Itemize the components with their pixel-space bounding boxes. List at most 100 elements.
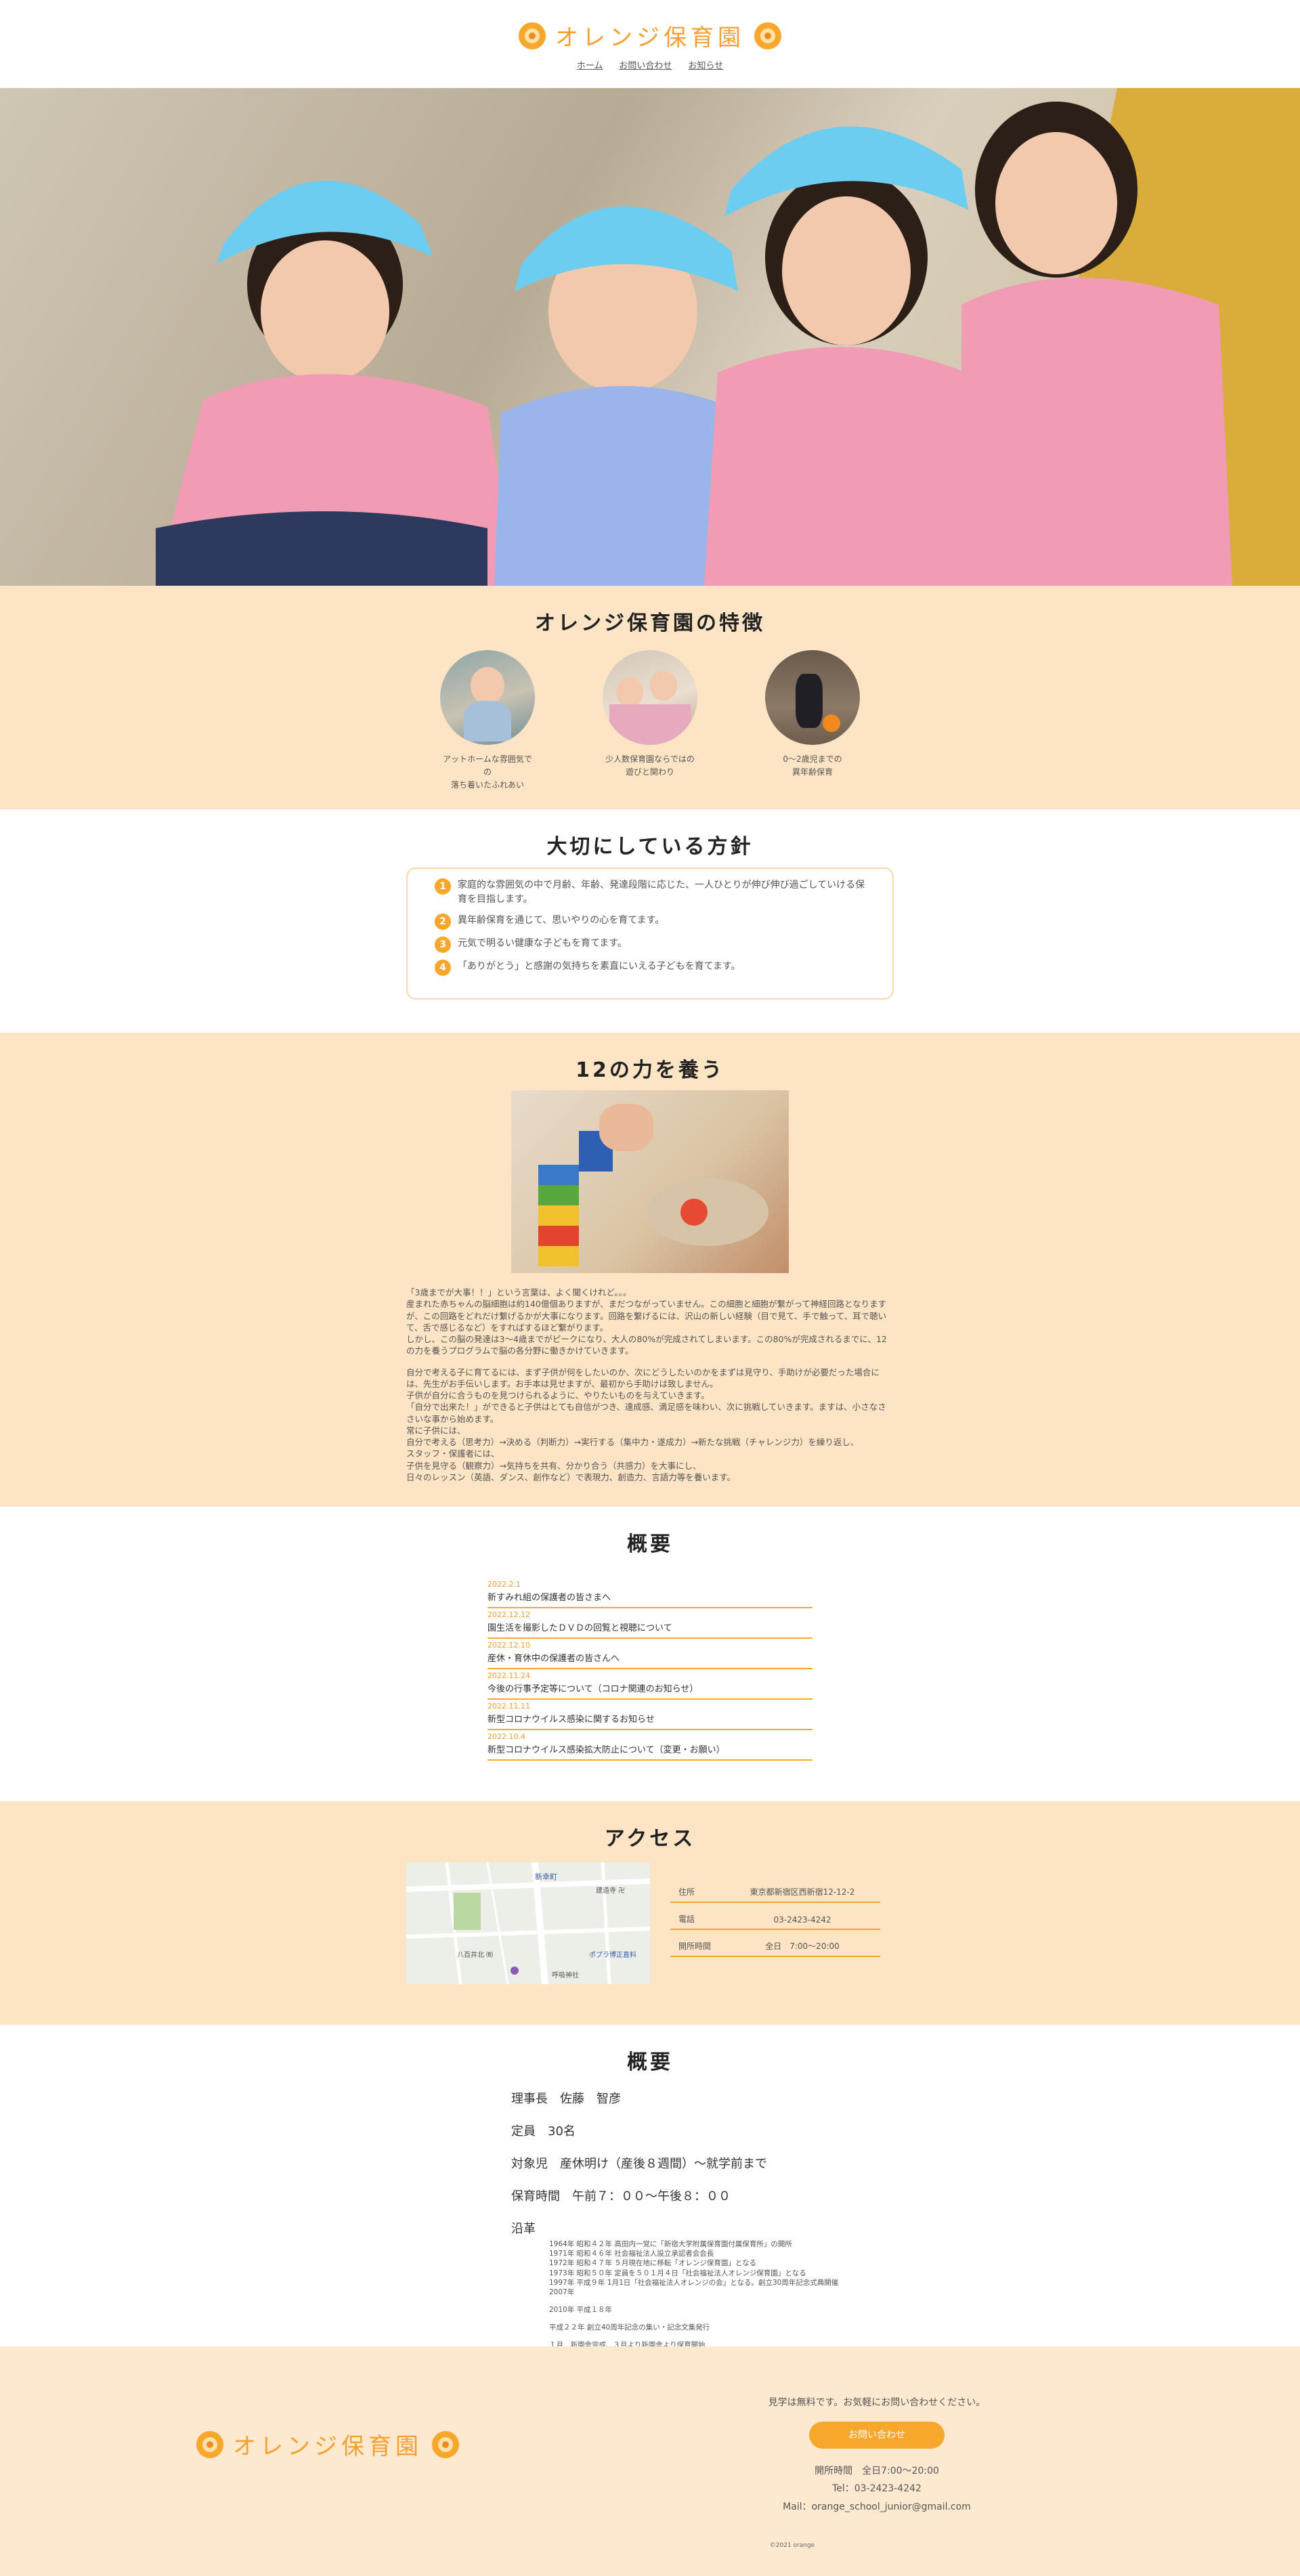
location-map[interactable]: 新幸町 八百井北 ㈲ ポプラ博正直料 建造寺 卍 呼吸神社	[406, 1862, 650, 1984]
policy-number: 4	[435, 960, 451, 976]
news-item[interactable]: 2022.12.12 園生活を撮影したＤＶＤの回覧と視聴について	[488, 1608, 812, 1639]
policy-box: 1 家庭的な雰囲気の中で月齢、年齢、発達段階に応じた、一人ひとりが伸び伸び過ごして…	[406, 867, 894, 1000]
history-item	[549, 2332, 850, 2340]
history-item: 1973年 昭和５０年 定員を５０１月４日「社会福祉法人オレンジ保育園」となる	[549, 2269, 806, 2277]
news-item[interactable]: 2022.2.1 新すみれ組の保護者の皆さまへ	[488, 1578, 812, 1608]
news-item[interactable]: 2022.10.4 新型コロナウイルス感染拡大防止について（変更・お願い）	[488, 1730, 812, 1761]
news-date: 2022.10.4	[488, 1732, 525, 1741]
policy-number: 2	[435, 914, 451, 930]
news-date: 2022.12.12	[488, 1610, 530, 1619]
news-title-link[interactable]: 園生活を撮影したＤＶＤの回覧と視聴について	[488, 1620, 812, 1633]
history-item: 1964年 昭和４２年 高田内一覚に「新宿大学附属保育園付属保育所」の開所	[549, 2240, 792, 2248]
info-value: 03-2423-4242	[773, 1915, 831, 1925]
info-value: 東京都新宿区西新宿12-12-2	[750, 1887, 855, 1897]
info-row: 電話 03-2423-4242	[670, 1903, 880, 1930]
overview-section: 概要 理事長 佐藤 智彦 定員 30名 対象児 産休明け（産後８週間）～就学前ま…	[0, 2025, 1300, 2349]
logo-text: オレンジ保育園	[555, 24, 745, 51]
contact-button[interactable]: お問い合わせ	[809, 2421, 945, 2449]
news-title-link[interactable]: 産休・育休中の保護者の皆さんへ	[488, 1651, 812, 1664]
power-title: 12の力を養う	[576, 1058, 724, 1082]
site-footer: オレンジ保育園 見学は無料です。お気軽にお問い合わせください。 お問い合わせ 開…	[0, 2346, 1300, 2576]
feature-line2: 異年齢保育	[792, 767, 833, 777]
access-title: アクセス	[604, 1827, 696, 1851]
feature-line1: 0～2歳児までの	[783, 754, 842, 764]
news-title: 概要	[627, 1532, 673, 1556]
feature-line1: 少人数保育園ならではの	[605, 754, 695, 764]
news-item[interactable]: 2022.11.11 新型コロナウイルス感染に関するお知らせ	[488, 1700, 812, 1730]
access-info: 住所 東京都新宿区西新宿12-12-2 電話 03-2423-4242 開所時間 全日…	[670, 1876, 880, 1957]
news-title-link[interactable]: 新すみれ組の保護者の皆さまへ	[488, 1590, 812, 1603]
news-item[interactable]: 2022.11.24 今後の行事予定等について（コロナ関連のお知らせ）	[488, 1669, 812, 1700]
history-item: 1971年 昭和４６年 社会福祉法人設立承認者会会長	[549, 2250, 714, 2258]
history-label: 沿革	[511, 2222, 536, 2236]
map-label: ポプラ博正直料	[589, 1950, 636, 1959]
feature-photo	[765, 650, 860, 745]
history-item	[549, 2315, 850, 2323]
power-paragraph: 自分で考える（思考力）→決める（判断力）→実行する（集中力・遂成力）→新たな挑戦…	[406, 1437, 859, 1447]
overview-title: 概要	[627, 2051, 673, 2074]
nav-contact-link[interactable]: お問い合わせ	[619, 58, 672, 71]
map-label: 八百井北 ㈲	[457, 1950, 493, 1959]
feature-line2: 遊びと関わり	[625, 767, 674, 777]
footer-mail[interactable]: Mail：orange_school_junior@gmail.com	[741, 2498, 1012, 2516]
power-paragraph: 「自分で出来た！」ができると子供はとても自信がつき、達成感、満足感を味わい、次に…	[406, 1402, 886, 1424]
news-title-link[interactable]: 新型コロナウイルス感染に関するお知らせ	[488, 1712, 812, 1725]
flower-icon	[432, 2430, 459, 2458]
info-key: 電話	[678, 1914, 695, 1924]
feature-line1: アットホームな雰囲気での	[443, 754, 532, 777]
overview-line: 定員 30名	[511, 2124, 576, 2139]
overview-body: 理事長 佐藤 智彦 定員 30名 対象児 産休明け（産後８週間）～就学前まで 保…	[511, 2089, 850, 2350]
power-paragraph: 子供が自分に合うものを見つけられるように、やりたいものを与えていきます。	[406, 1390, 710, 1400]
info-value: 全日 7:00～20:00	[765, 1941, 840, 1951]
news-title-link[interactable]: 今後の行事予定等について（コロナ関連のお知らせ）	[488, 1681, 812, 1694]
history-item: 1972年 昭和４７年 ５月現在地に移転「オレンジ保育園」となる	[549, 2259, 757, 2268]
flower-icon	[196, 2430, 223, 2458]
policy-text: 家庭的な雰囲気の中で月齢、年齢、発達段階に応じた、一人ひとりが伸び伸び過ごしてい…	[458, 880, 865, 905]
history-item: 2007年	[549, 2288, 575, 2296]
power-section: 12の力を養う 「3歳までが大事！！」という言葉は、よく聞くけれど。。。 産まれ…	[0, 1033, 1300, 1507]
map-label: 新幸町	[535, 1872, 557, 1881]
power-paragraph: 常に子供には、	[406, 1425, 466, 1436]
feature-photo	[603, 650, 697, 745]
footer-hours: 開所時間 全日7:00～20:00	[815, 2465, 939, 2476]
history-item: 1997年 平成９年 1月1日「社会福祉法人オレンジの会」となる。創立30周年記…	[549, 2278, 839, 2287]
footer-contact: 見学は無料です。お気軽にお問い合わせください。 お問い合わせ 開所時間 全日7:…	[741, 2394, 1012, 2516]
map-label: 呼吸神社	[552, 1971, 579, 1979]
news-date: 2022.2.1	[488, 1580, 521, 1589]
policy-item: 3 元気で明るい健康な子どもを育てます。	[435, 937, 865, 953]
feature-line2: 落ち着いたふれあい	[450, 780, 524, 790]
news-title-link[interactable]: 新型コロナウイルス感染拡大防止について（変更・お願い）	[488, 1742, 812, 1755]
nav-home-link[interactable]: ホーム	[577, 58, 603, 71]
blocks-photo	[511, 1090, 789, 1273]
power-paragraph: 「3歳までが大事！！」という言葉は、よく聞くけれど。。。	[406, 1287, 632, 1297]
news-item[interactable]: 2022.12.10 産休・育休中の保護者の皆さんへ	[488, 1639, 812, 1669]
news-section: 概要 2022.2.1 新すみれ組の保護者の皆さまへ 2022.12.12 園生活を…	[0, 1507, 1300, 1801]
power-description: 「3歳までが大事！！」という言葉は、よく聞くけれど。。。 産まれた赤ちゃんの脳細…	[406, 1287, 894, 1483]
site-logo[interactable]: オレンジ保育園	[0, 19, 1300, 52]
news-date: 2022.12.10	[488, 1641, 530, 1650]
overview-line: 保育時間 午前７：００～午後８：００	[511, 2189, 731, 2204]
feature-item: 0～2歳児までの 異年齢保育	[765, 650, 860, 792]
history-item	[549, 2297, 850, 2305]
overview-line: 理事長 佐藤 智彦	[511, 2092, 621, 2106]
footer-logo-text: オレンジ保育園	[233, 2433, 422, 2460]
footer-logo[interactable]: オレンジ保育園	[196, 2428, 459, 2461]
power-paragraph: しかし、この脳の発達は3～4歳までがピークになり、大人の80%が完成されてしまい…	[406, 1334, 887, 1356]
overview-line: 対象児 産休明け（産後８週間）～就学前まで	[511, 2157, 767, 2171]
power-paragraph	[406, 1357, 894, 1367]
power-paragraph: 産まれた赤ちゃんの脳細胞は約140億個ありますが、まだつながっていません。この細…	[406, 1299, 887, 1333]
footer-tagline: 見学は無料です。お気軽にお問い合わせください。	[768, 2397, 986, 2408]
news-list: 2022.2.1 新すみれ組の保護者の皆さまへ 2022.12.12 園生活を撮影し…	[488, 1578, 812, 1761]
feature-photo	[440, 650, 535, 745]
access-section: アクセス 新幸町 八百井北 ㈲ ポプラ博正直料 建造寺 卍 呼吸神社 住所 東京都…	[0, 1801, 1300, 2025]
policy-section: 大切にしている方針 1 家庭的な雰囲気の中で月齢、年齢、発達段階に応じた、一人ひと…	[0, 809, 1300, 1033]
info-key: 開所時間	[678, 1941, 712, 1951]
site-header: オレンジ保育園 ホーム お問い合わせ お知らせ	[0, 0, 1300, 88]
hero-image	[0, 88, 1300, 586]
info-row: 開所時間 全日 7:00～20:00	[670, 1930, 880, 1957]
policy-text: 「ありがとう」と感謝の気持ちを素直にいえる子どもを育てます。	[458, 961, 741, 972]
info-row: 住所 東京都新宿区西新宿12-12-2	[670, 1876, 880, 1903]
news-date: 2022.11.11	[488, 1702, 530, 1711]
feature-item: 少人数保育園ならではの 遊びと関わり	[603, 650, 697, 792]
nav-news-link[interactable]: お知らせ	[688, 58, 723, 71]
